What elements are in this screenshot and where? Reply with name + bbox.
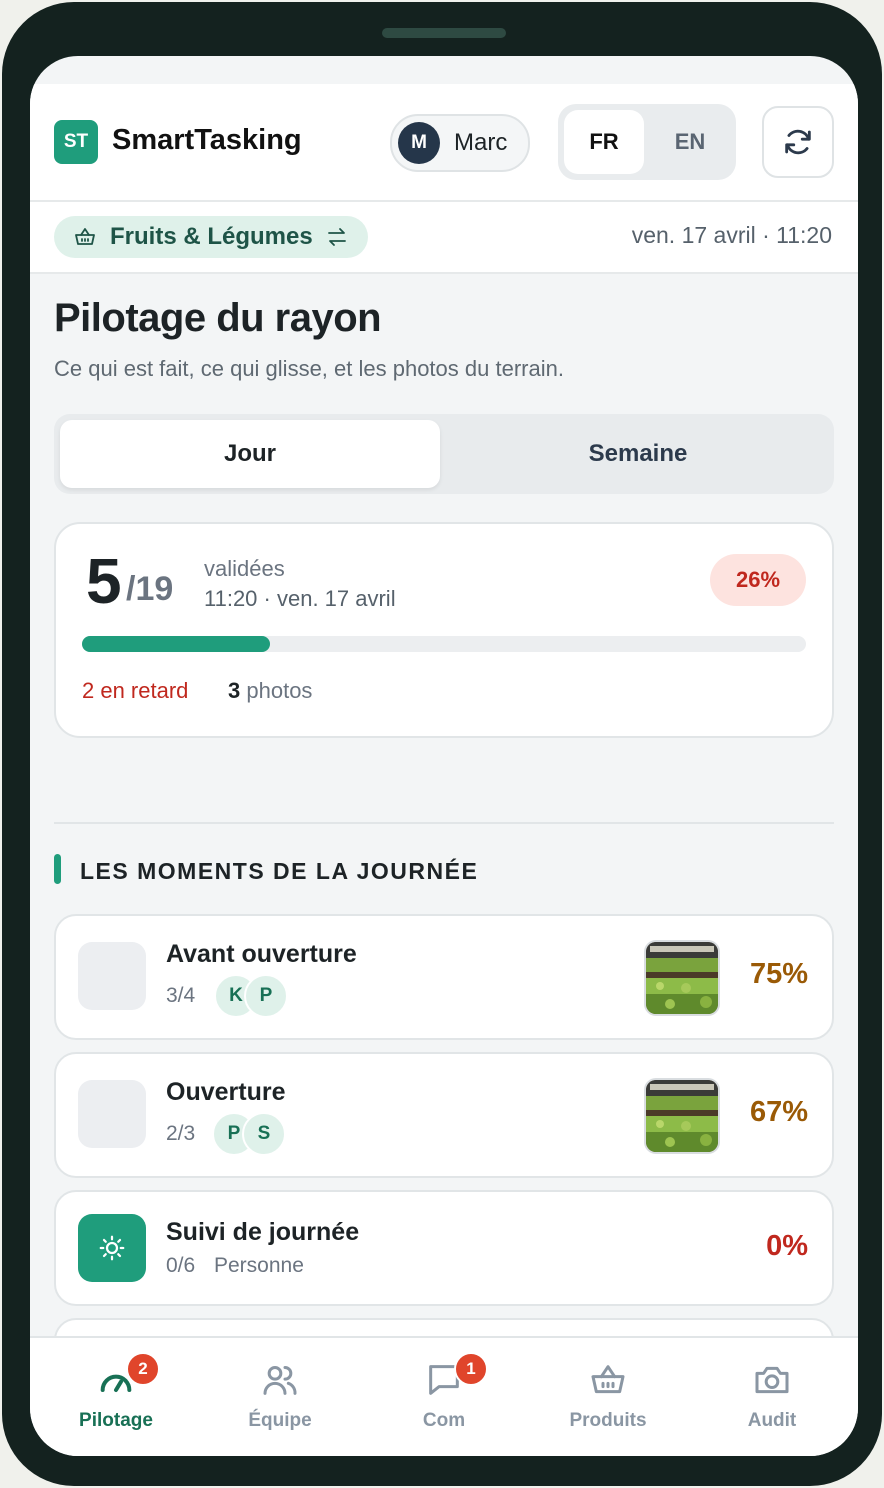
section-divider [54,822,834,824]
moment-photo-thumbnail[interactable] [644,940,720,1016]
section-title: LES MOMENTS DE LA JOURNÉE [80,858,479,884]
moment-photo-thumbnail[interactable] [644,1078,720,1154]
department-switcher[interactable]: Fruits & Légumes [54,216,368,258]
language-switch: FR EN [558,104,736,180]
progress-bar [82,636,806,652]
moment-count: 0/6 [166,1254,196,1277]
photos-number: 3 [228,678,241,703]
current-datetime: ven. 17 avril · 11:20 [631,222,832,248]
moment-title: Suivi de journée [166,1218,360,1246]
moment-icon [78,1214,146,1282]
nav-label: Équipe [248,1410,312,1431]
photos-count[interactable]: 3 photos [228,678,312,704]
users-icon [263,1366,297,1395]
swap-icon [328,228,346,246]
photos-label: photos [246,678,313,703]
moment-card-ouverture[interactable]: Ouverture 2/3 P S 67% [54,1052,834,1178]
produce-photo [646,1080,718,1152]
produce-photo [646,942,718,1014]
moment-count: 2/3 [166,1122,196,1145]
nav-pilotage[interactable]: 2 Pilotage [34,1338,198,1456]
assignee-avatar: P [244,974,288,1018]
nav-label: Produits [569,1410,647,1431]
moment-assignee: Personne [214,1254,304,1277]
nav-label: Pilotage [79,1410,153,1431]
refresh-button[interactable] [762,106,834,178]
moment-icon [78,1080,146,1148]
nav-equipe[interactable]: Équipe [198,1338,362,1456]
sun-icon [99,1235,125,1261]
app-logo: ST [54,120,98,164]
progress-fill [82,636,271,652]
avatar: M [398,122,440,164]
page-subtitle: Ce qui est fait, ce qui glisse, et les p… [54,356,564,381]
refresh-icon [785,129,811,155]
status-label: validées [204,556,285,581]
user-name: Marc [454,129,508,156]
app-screen: ST SmartTasking M Marc FR EN Fruits & Lé… [30,56,858,1456]
notification-badge: 1 [454,1352,488,1386]
late-count[interactable]: 2 en retard [82,678,188,704]
period-tabs: Jour Semaine [54,414,834,494]
lang-fr-button[interactable]: FR [564,110,644,174]
moment-percent: 75% [749,958,808,990]
moment-percent: 0% [766,1230,808,1262]
basket-icon [591,1365,625,1394]
top-bar: ST SmartTasking M Marc FR EN [30,84,858,202]
phone-frame: ST SmartTasking M Marc FR EN Fruits & Lé… [2,2,882,1486]
app-title: SmartTasking [112,124,302,156]
department-bar: Fruits & Légumes ven. 17 avril · 11:20 [30,202,858,274]
camera-icon [755,1366,789,1394]
basket-icon [75,228,95,245]
nav-label: Audit [747,1410,797,1431]
section-accent [54,854,61,884]
assignee-avatar: S [242,1112,286,1156]
page-title: Pilotage du rayon [54,296,382,340]
tab-week[interactable]: Semaine [448,420,828,488]
summary-timestamp: 11:20 · ven. 17 avril [204,586,396,611]
moment-percent: 67% [749,1096,808,1128]
moment-card-suivi-de-journee[interactable]: Suivi de journée 0/6 Personne 0% [54,1190,834,1306]
bottom-nav: 2 Pilotage Équipe 1 Com Produits Audit [30,1336,858,1456]
nav-produits[interactable]: Produits [526,1338,690,1456]
done-count: 5 [86,545,122,617]
moment-title: Ouverture [166,1078,286,1106]
total-count: /19 [126,570,174,608]
nav-label: Com [422,1410,466,1431]
notification-badge: 2 [126,1352,160,1386]
nav-audit[interactable]: Audit [690,1338,854,1456]
tab-day[interactable]: Jour [60,420,440,488]
department-name: Fruits & Légumes [110,223,313,250]
lang-en-button[interactable]: EN [650,110,730,174]
moment-icon [78,942,146,1010]
moment-count: 3/4 [166,984,196,1007]
nav-com[interactable]: 1 Com [362,1338,526,1456]
moment-card-avant-ouverture[interactable]: Avant ouverture 3/4 K P 75% [54,914,834,1040]
percent-badge: 26% [710,554,806,606]
summary-card: 5 /19 validées 11:20 · ven. 17 avril 26%… [54,522,834,738]
moment-title: Avant ouverture [166,940,357,968]
phone-notch [382,28,506,38]
user-chip[interactable]: M Marc [390,114,530,172]
